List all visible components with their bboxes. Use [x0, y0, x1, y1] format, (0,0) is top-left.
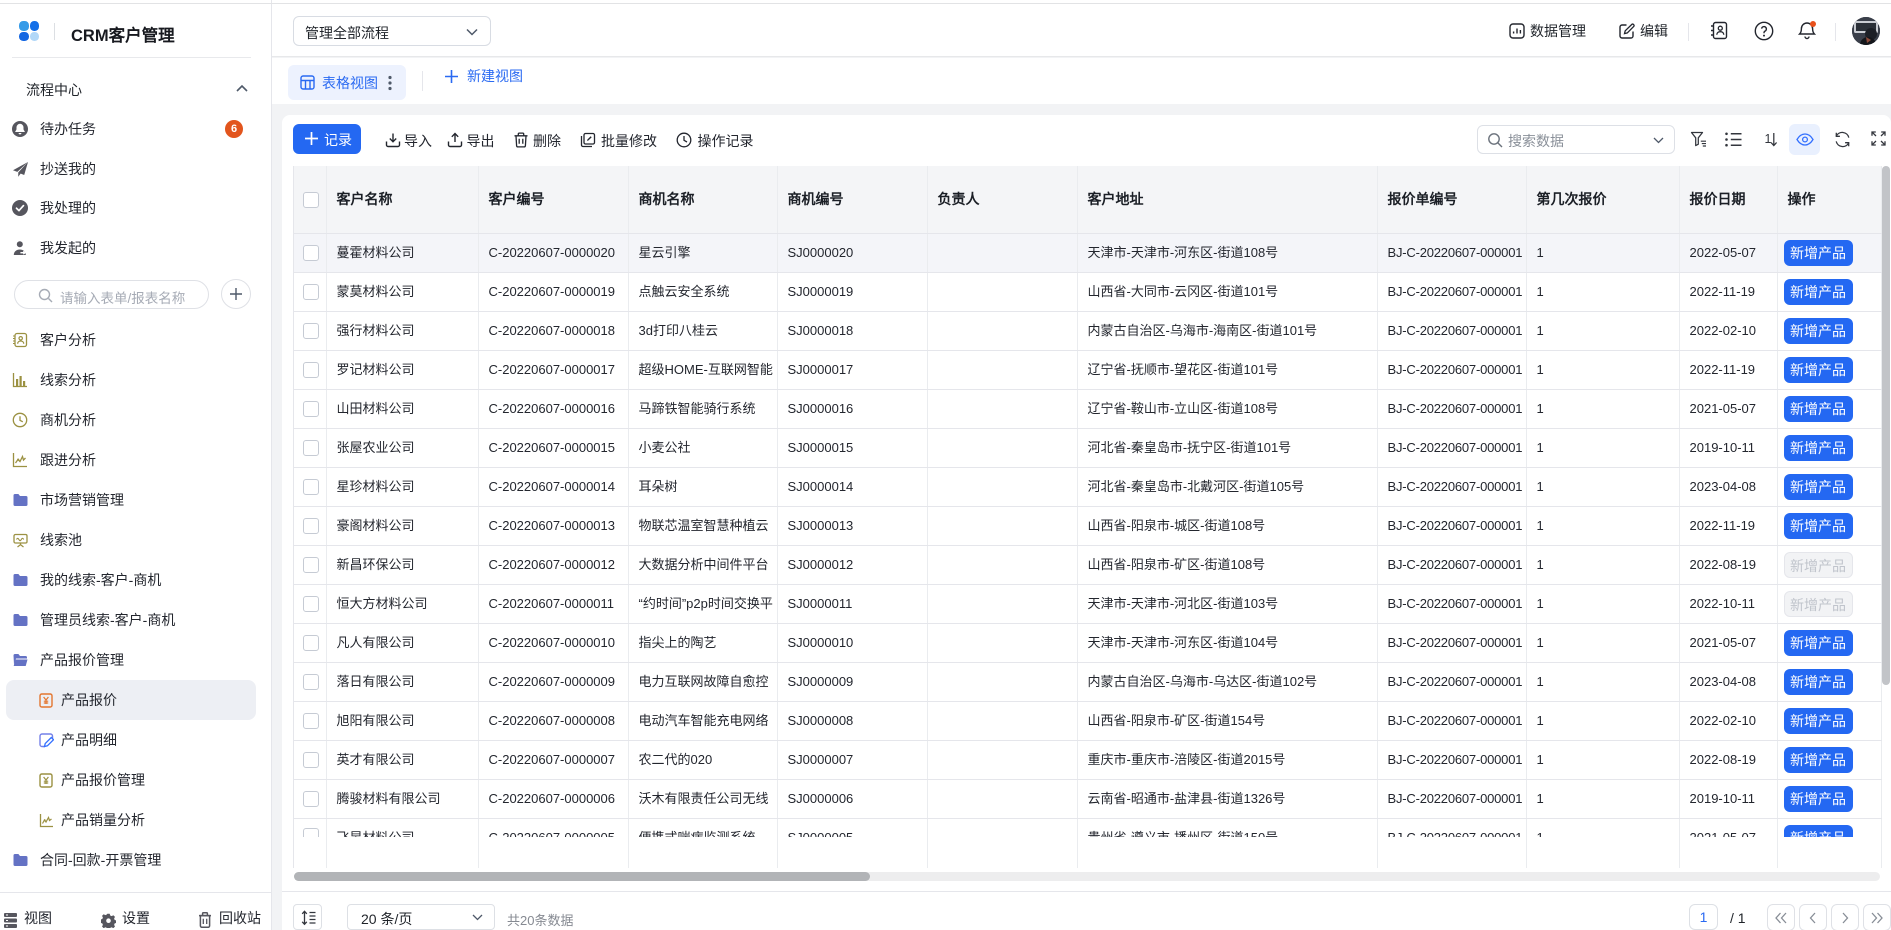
svg-text:1: 1	[1765, 132, 1772, 146]
